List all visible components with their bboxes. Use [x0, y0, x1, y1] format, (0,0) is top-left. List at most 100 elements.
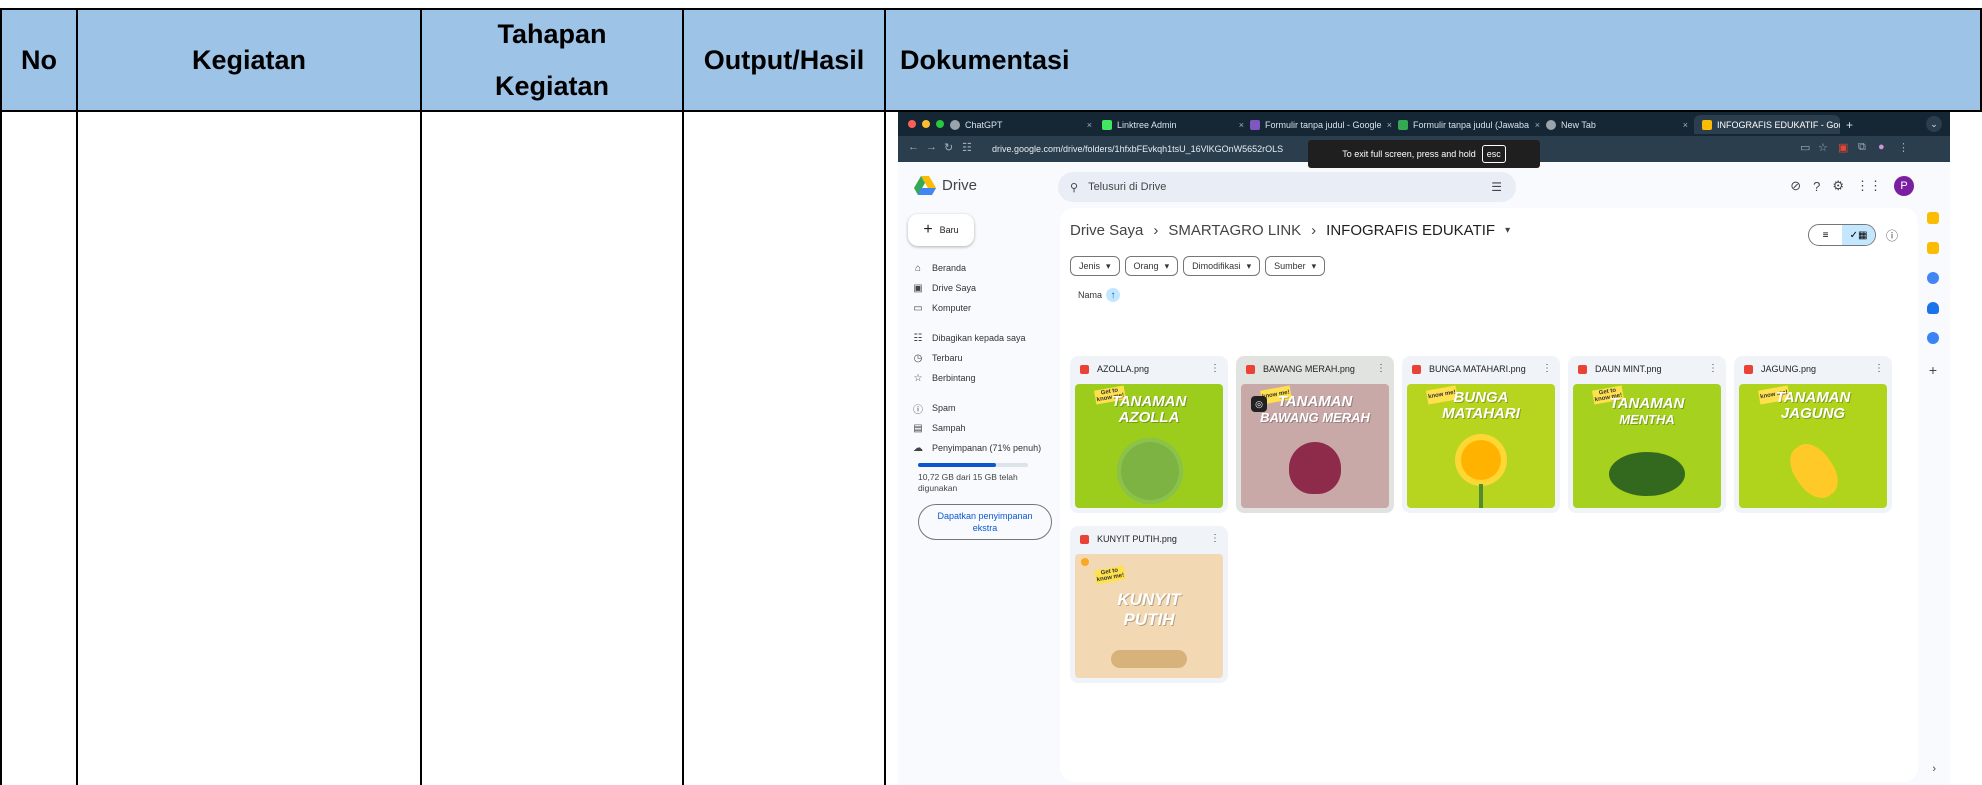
tab-close-icon[interactable]: ×	[1535, 120, 1544, 130]
file-card[interactable]: JAGUNG.png ⋮ know me! TANAMAN JAGUNG	[1734, 356, 1892, 513]
header-kegiatan: Kegiatan	[76, 8, 422, 112]
breadcrumb-current[interactable]: INFOGRAFIS EDUKATIF	[1326, 222, 1495, 239]
filter-dimodifikasi[interactable]: Dimodifikasi ▾	[1183, 256, 1261, 276]
drive-icon: ▣	[913, 282, 923, 294]
view-toggle[interactable]: ≡ ✓▦	[1808, 224, 1876, 246]
tab-close-icon[interactable]: ×	[1683, 120, 1692, 130]
filter-jenis[interactable]: Jenis ▾	[1070, 256, 1120, 276]
file-thumbnail: know me! TANAMAN BAWANG MERAH ◎	[1241, 384, 1389, 508]
window-controls[interactable]	[908, 120, 944, 128]
contacts-icon[interactable]	[1927, 302, 1939, 314]
sidebar-item-beranda[interactable]: ⌂ Beranda	[912, 260, 966, 276]
filter-sumber[interactable]: Sumber ▾	[1265, 256, 1326, 276]
spam-icon: ⓘ	[913, 404, 923, 416]
documentation-screenshot: ChatGPT × Linktree Admin × Formulir tanpa …	[898, 112, 1950, 785]
drive-search-input[interactable]: ⚲ Telusuri di Drive ☰	[1058, 172, 1516, 202]
filter-chips: Jenis ▾ Orang ▾ Dimodifikasi ▾ Sumber ▾	[1070, 256, 1326, 276]
help-icon[interactable]: ?	[1813, 179, 1820, 194]
file-card[interactable]: BUNGA MATAHARI.png ⋮ know me! BUNGA MATA…	[1402, 356, 1560, 513]
back-icon[interactable]: ←	[908, 141, 919, 153]
tab-close-icon[interactable]: ×	[1387, 120, 1396, 130]
new-tab-button[interactable]: +	[1846, 115, 1860, 134]
more-options-icon[interactable]: ⋮	[1708, 363, 1718, 374]
corn-illustration	[1781, 436, 1847, 506]
sidebar-item-sampah[interactable]: ▤ Sampah	[912, 420, 965, 436]
file-card[interactable]: DAUN MINT.png ⋮ Get to know me! TANAMAN …	[1568, 356, 1726, 513]
sidebar-item-komputer[interactable]: ▭ Komputer	[912, 300, 971, 316]
browser-tab[interactable]: New Tab ×	[1546, 115, 1692, 134]
more-options-icon[interactable]: ⋮	[1210, 533, 1220, 544]
search-options-icon[interactable]: ☰	[1491, 180, 1502, 194]
sort-by-name[interactable]: Nama ↑	[1078, 288, 1121, 302]
close-dot[interactable]	[908, 120, 916, 128]
reload-icon[interactable]: ↻	[944, 141, 953, 154]
addon-icon[interactable]	[1927, 332, 1939, 344]
gear-icon[interactable]: ⚙	[1832, 178, 1844, 194]
lens-icon[interactable]: ◎	[1251, 396, 1267, 412]
sunflower-illustration	[1461, 440, 1501, 480]
search-icon: ⚲	[1070, 181, 1079, 194]
grid-view-icon[interactable]: ✓▦	[1842, 225, 1875, 245]
bookmark-icon[interactable]: ☆	[1818, 141, 1828, 154]
sidebar-item-spam[interactable]: ⓘ Spam	[912, 400, 956, 416]
new-button[interactable]: + Baru	[908, 214, 974, 246]
sidebar-item-penyimpanan[interactable]: ☁ Penyimpanan (71% penuh)	[912, 440, 1041, 456]
file-card-selected[interactable]: BAWANG MERAH.png ⋮ know me! TANAMAN BAWA…	[1236, 356, 1394, 513]
cast-icon[interactable]: ▭	[1800, 141, 1810, 154]
cell-kegiatan	[76, 112, 422, 785]
fullscreen-notice: To exit full screen, press and hold esc	[1308, 140, 1540, 168]
file-thumbnail: know me! BUNGA MATAHARI	[1407, 384, 1555, 508]
browser-tab[interactable]: ChatGPT ×	[950, 115, 1096, 134]
site-info-icon[interactable]: ☷	[962, 141, 972, 154]
list-view-icon[interactable]: ≡	[1809, 225, 1842, 245]
cell-tahapan	[420, 112, 684, 785]
more-options-icon[interactable]: ⋮	[1874, 363, 1884, 374]
chevron-down-icon[interactable]: ▾	[1505, 225, 1510, 236]
sidebar-item-drive-saya[interactable]: ▣ Drive Saya	[912, 280, 976, 296]
breadcrumb-separator: ›	[1153, 222, 1159, 239]
more-options-icon[interactable]: ⋮	[1210, 363, 1220, 374]
storage-meter	[918, 463, 1028, 467]
browser-tab-active[interactable]: INFOGRAFIS EDUKATIF - Goo×	[1694, 115, 1840, 134]
file-thumbnail: Get to know me! TANAMAN AZOLLA	[1075, 384, 1223, 508]
browser-tab[interactable]: Formulir tanpa judul (Jawaba ×	[1398, 115, 1544, 134]
browser-tab[interactable]: Formulir tanpa judul - Google ×	[1250, 115, 1396, 134]
get-more-storage-button[interactable]: Dapatkan penyimpanan ekstra	[918, 504, 1052, 540]
keep-icon[interactable]	[1927, 242, 1939, 254]
ready-offline-icon[interactable]: ⊘	[1790, 178, 1801, 194]
breadcrumb-root[interactable]: Drive Saya	[1070, 222, 1143, 239]
filter-orang[interactable]: Orang ▾	[1124, 256, 1179, 276]
calendar-icon[interactable]	[1927, 212, 1939, 224]
sidebar-item-berbintang[interactable]: ☆ Berbintang	[912, 370, 976, 386]
menu-icon[interactable]: ⋮	[1898, 141, 1909, 154]
extensions-icon[interactable]: ⧉	[1858, 141, 1866, 154]
file-thumbnail: know me! TANAMAN JAGUNG	[1739, 384, 1887, 508]
file-card[interactable]: KUNYIT PUTIH.png ⋮ Get to know me! KUNYI…	[1070, 526, 1228, 683]
tab-close-icon[interactable]: ×	[1087, 120, 1096, 130]
extension-icon[interactable]: ▣	[1838, 141, 1848, 154]
profile-icon[interactable]: ●	[1878, 141, 1885, 153]
drive-logo[interactable]: Drive	[914, 176, 977, 195]
chevron-down-icon: ▾	[1311, 260, 1317, 271]
chevron-right-icon[interactable]: ›	[1932, 763, 1936, 775]
more-options-icon[interactable]: ⋮	[1542, 363, 1552, 374]
more-options-icon[interactable]: ⋮	[1376, 363, 1386, 374]
apps-grid-icon[interactable]: ⋮⋮	[1856, 178, 1882, 194]
sort-ascending-icon[interactable]: ↑	[1106, 288, 1121, 302]
plus-icon: +	[923, 221, 933, 238]
tab-close-icon[interactable]: ×	[1239, 120, 1248, 130]
forward-icon[interactable]: →	[926, 141, 937, 153]
avatar[interactable]: P	[1894, 176, 1914, 196]
file-card[interactable]: AZOLLA.png ⋮ Get to know me! TANAMAN AZO…	[1070, 356, 1228, 513]
add-addon-icon[interactable]: +	[1929, 362, 1937, 378]
info-icon[interactable]: ⓘ	[1886, 227, 1898, 244]
tasks-icon[interactable]	[1927, 272, 1939, 284]
drive-top-actions: ⊘ ? ⚙ ⋮⋮ P	[1790, 176, 1914, 196]
maximize-dot[interactable]	[936, 120, 944, 128]
minimize-dot[interactable]	[922, 120, 930, 128]
sidebar-item-dibagikan[interactable]: ☷ Dibagikan kepada saya	[912, 330, 1026, 346]
breadcrumb-parent[interactable]: SMARTAGRO LINK	[1168, 222, 1301, 239]
browser-tab[interactable]: Linktree Admin ×	[1102, 115, 1248, 134]
tab-search-icon[interactable]: ⌄	[1926, 116, 1942, 132]
sidebar-item-terbaru[interactable]: ◷ Terbaru	[912, 350, 963, 366]
